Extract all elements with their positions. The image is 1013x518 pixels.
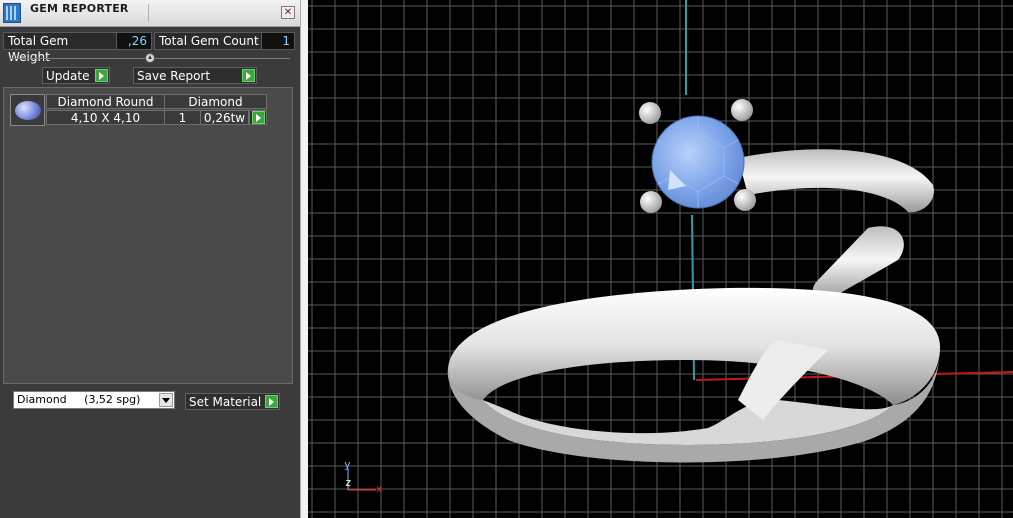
prong: [731, 99, 753, 121]
title-divider: [148, 4, 149, 22]
green-arrow-icon: [242, 69, 255, 82]
prong: [639, 102, 661, 124]
3d-viewport[interactable]: y z x: [308, 0, 1013, 518]
gem-list: [3, 87, 293, 384]
total-gem-weight-label: Total Gem Weight: [3, 32, 117, 64]
gem-size-cell[interactable]: 4,10 X 4,10: [46, 110, 165, 125]
window-title: GEM REPORTER: [30, 2, 129, 15]
set-material-button-label: Set Material: [189, 395, 262, 409]
material-select-value: Diamond (3,52 spg): [17, 393, 141, 406]
prong: [734, 189, 756, 211]
slider-knob[interactable]: [145, 53, 155, 63]
gizmo-x-label: x: [376, 484, 383, 495]
gizmo-z-label: z: [345, 476, 352, 489]
gem-count-cell[interactable]: 1: [164, 110, 201, 125]
gem-reporter-panel: GEM REPORTER ✕ Total Gem Weight ,26 Tota…: [0, 0, 300, 518]
total-gem-count-value: 1: [261, 32, 295, 50]
gem-row-go-button[interactable]: [249, 110, 267, 125]
update-button-label: Update: [46, 69, 90, 83]
gem-shape-cell[interactable]: Diamond Round: [46, 94, 165, 109]
total-gem-weight-value: ,26: [116, 32, 152, 50]
green-arrow-icon: [95, 69, 108, 82]
set-material-button[interactable]: Set Material: [185, 393, 280, 410]
prong: [640, 191, 662, 213]
app-icon: [3, 3, 21, 23]
ring-shank-twist: [812, 226, 904, 300]
close-icon[interactable]: ✕: [281, 6, 295, 19]
green-arrow-icon: [265, 395, 278, 408]
gizmo-y-label: y: [344, 458, 351, 471]
title-bar[interactable]: GEM REPORTER ✕: [0, 0, 300, 27]
green-arrow-icon: [252, 111, 265, 124]
total-gem-count-label: Total Gem Count: [154, 32, 265, 50]
save-report-button[interactable]: Save Report: [133, 67, 257, 84]
panel-splitter[interactable]: [300, 0, 308, 518]
material-select[interactable]: Diamond (3,52 spg): [13, 391, 175, 409]
gem-weight-cell[interactable]: 0,26tw: [200, 110, 249, 125]
ring-shank-back: [738, 149, 934, 213]
round-gem-thumbnail[interactable]: [10, 94, 45, 126]
save-report-button-label: Save Report: [137, 69, 211, 83]
gem-material-cell[interactable]: Diamond: [164, 94, 267, 109]
chevron-down-icon[interactable]: [159, 393, 173, 407]
update-button[interactable]: Update: [42, 67, 110, 84]
viewport-canvas[interactable]: [308, 0, 1013, 518]
